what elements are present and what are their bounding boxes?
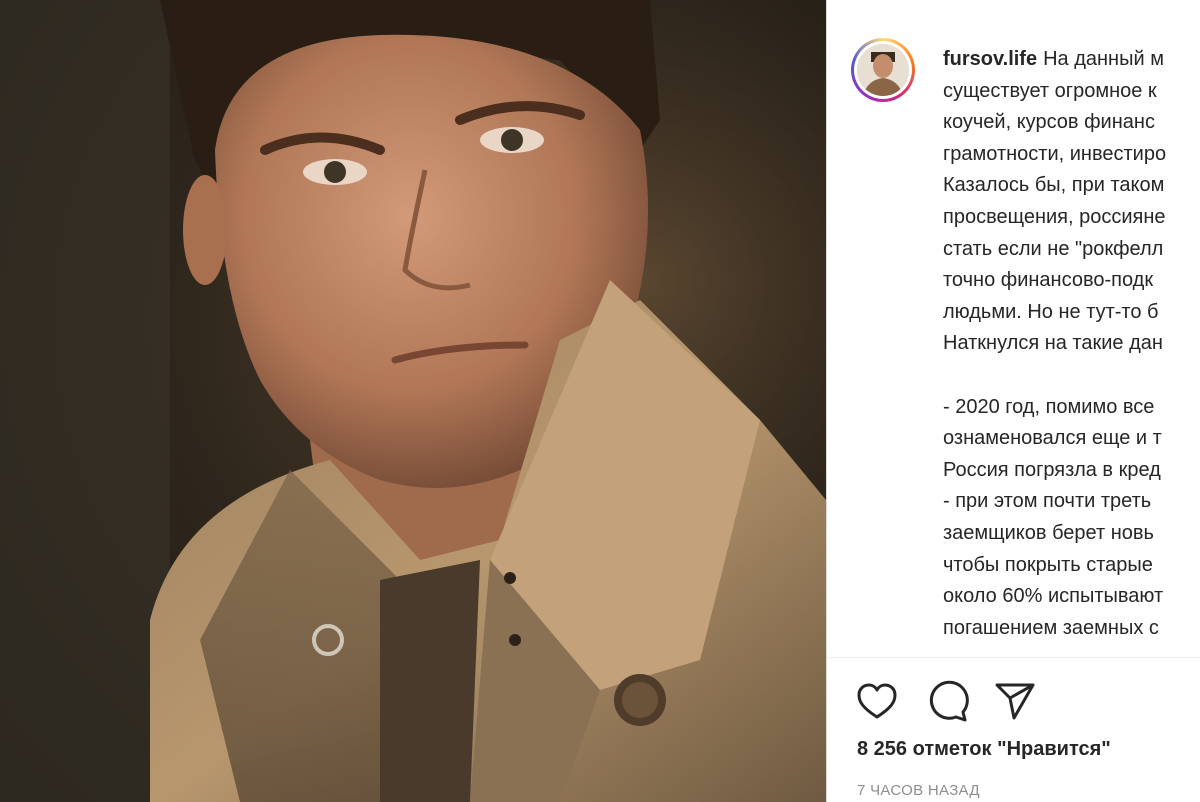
caption-line: погашением заемных с [943,616,1159,639]
avatar-image [857,44,909,96]
caption-line: точно финансово-подк [943,269,1154,292]
share-button[interactable] [993,680,1037,724]
post-caption: fursov.life На данный м существует огромн… [943,44,1200,644]
post-side-panel: fursov.life На данный м существует огромн… [827,0,1200,802]
caption-line: около 60% испытывают [943,585,1164,608]
caption-line: коучей, курсов финанс [943,111,1155,134]
caption-line: грамотности, инвестиро [943,142,1167,165]
caption-line: - 2020 год, помимо все [943,395,1155,418]
caption-gap [943,360,1200,392]
post-timestamp[interactable]: 7 ЧАСОВ НАЗАД [857,782,980,799]
share-icon [995,683,1035,720]
section-divider [827,657,1200,658]
post-photo[interactable] [0,0,826,802]
caption-line: заемщиков берет новь [943,521,1154,544]
caption-line: ознаменовался еще и т [943,427,1162,450]
caption-line: Казалось бы, при таком [943,174,1165,197]
like-button[interactable] [855,680,899,724]
caption-line: Наткнулся на такие дан [943,332,1163,355]
caption-line: fursov.life На данный м [943,48,1164,70]
portrait-image [0,0,826,802]
caption-line: - при этом почти треть [943,490,1152,513]
heart-icon [857,683,897,719]
caption-line: просвещения, россияне [943,205,1166,228]
caption-line: людьми. Но не тут-то б [943,300,1159,323]
likes-count[interactable]: 8 256 отметок "Нравится" [857,738,1111,761]
avatar[interactable] [851,38,915,102]
comment-button[interactable] [925,680,969,724]
caption-line: стать если не "рокфелл [943,237,1164,260]
caption-line: существует огромное к [943,79,1157,102]
caption-line: чтобы покрыть старые [943,553,1153,576]
username-link[interactable]: fursov.life [943,48,1037,70]
caption-line: Россия погрязла в кред [943,458,1161,481]
comment-icon [929,680,969,722]
